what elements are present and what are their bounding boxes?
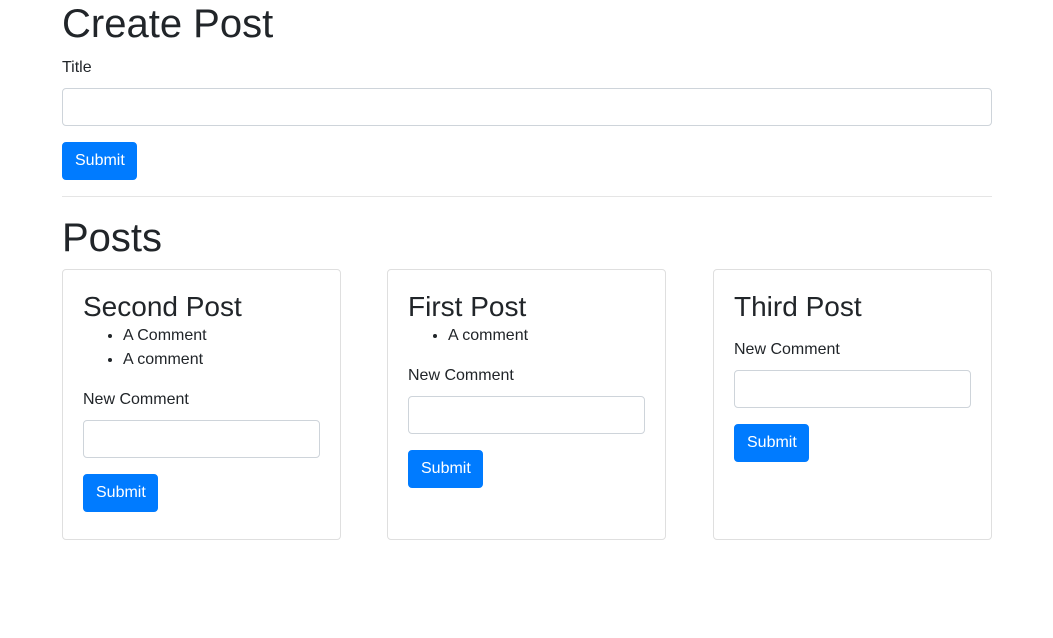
comment-submit-button[interactable]: Submit: [408, 450, 483, 488]
create-post-submit-button[interactable]: Submit: [62, 142, 137, 180]
new-comment-input[interactable]: [734, 370, 971, 408]
comment-submit-button[interactable]: Submit: [734, 424, 809, 462]
create-post-heading: Create Post: [62, 2, 274, 46]
posts-heading: Posts: [62, 216, 163, 260]
new-comment-input[interactable]: [83, 420, 320, 458]
new-comment-label: New Comment: [734, 341, 840, 358]
comment-item: A Comment: [123, 324, 320, 348]
post-card: First Post A comment New Comment Submit: [387, 269, 666, 540]
comment-item: A comment: [448, 324, 645, 348]
new-comment-label: New Comment: [83, 391, 189, 408]
comment-list: A Comment A comment: [83, 324, 320, 372]
post-title: Third Post: [734, 291, 862, 322]
new-comment-label: New Comment: [408, 367, 514, 384]
post-title: First Post: [408, 291, 527, 322]
new-comment-input[interactable]: [408, 396, 645, 434]
post-card: Second Post A Comment A comment New Comm…: [62, 269, 341, 540]
post-title: Second Post: [83, 291, 242, 322]
title-input[interactable]: [62, 88, 992, 126]
post-card: Third Post New Comment Submit: [713, 269, 992, 540]
title-label: Title: [62, 59, 92, 76]
comment-list: A comment: [408, 324, 645, 348]
section-divider: [62, 196, 992, 197]
comment-item: A comment: [123, 348, 320, 372]
comment-submit-button[interactable]: Submit: [83, 474, 158, 512]
